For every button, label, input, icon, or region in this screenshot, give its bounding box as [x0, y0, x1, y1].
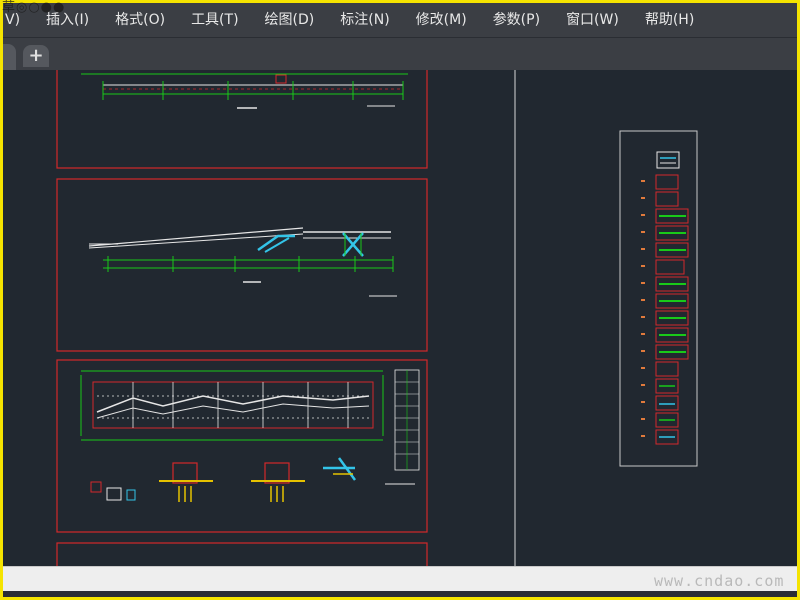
file-tab[interactable]	[3, 44, 16, 70]
menu-draw[interactable]: 绘图(D)	[252, 3, 328, 37]
new-tab-button[interactable]: +	[23, 45, 49, 67]
menu-bar: V) 插入(I) 格式(O) 工具(T) 绘图(D) 标注(N) 修改(M) 参…	[3, 3, 797, 37]
menu-modify[interactable]: 修改(M)	[403, 3, 480, 37]
window-bottom-edge	[3, 591, 797, 597]
menu-parameter[interactable]: 参数(P)	[480, 3, 553, 37]
watermark-text: www.cndao.com	[654, 572, 785, 590]
app-window: V) 插入(I) 格式(O) 工具(T) 绘图(D) 标注(N) 修改(M) 参…	[3, 3, 797, 597]
drawing-sheet-1[interactable]	[56, 70, 428, 169]
watermark-logo: 草◎○●●	[2, 0, 66, 15]
menu-dimension[interactable]: 标注(N)	[327, 3, 402, 37]
menu-window[interactable]: 窗口(W)	[553, 3, 632, 37]
drawing-canvas[interactable]	[3, 70, 797, 566]
menu-help[interactable]: 帮助(H)	[632, 3, 707, 37]
model-space[interactable]	[3, 70, 797, 566]
plus-icon: +	[28, 45, 44, 66]
drawing-sheet-2[interactable]	[56, 178, 428, 352]
sheet-set-overview[interactable]	[619, 130, 698, 467]
drawing-sheet-3[interactable]	[56, 359, 428, 533]
menu-tools[interactable]: 工具(T)	[178, 3, 251, 37]
drawing-sheet-4[interactable]	[56, 542, 428, 566]
file-tab-bar: +	[3, 37, 797, 70]
menu-format[interactable]: 格式(O)	[102, 3, 178, 37]
